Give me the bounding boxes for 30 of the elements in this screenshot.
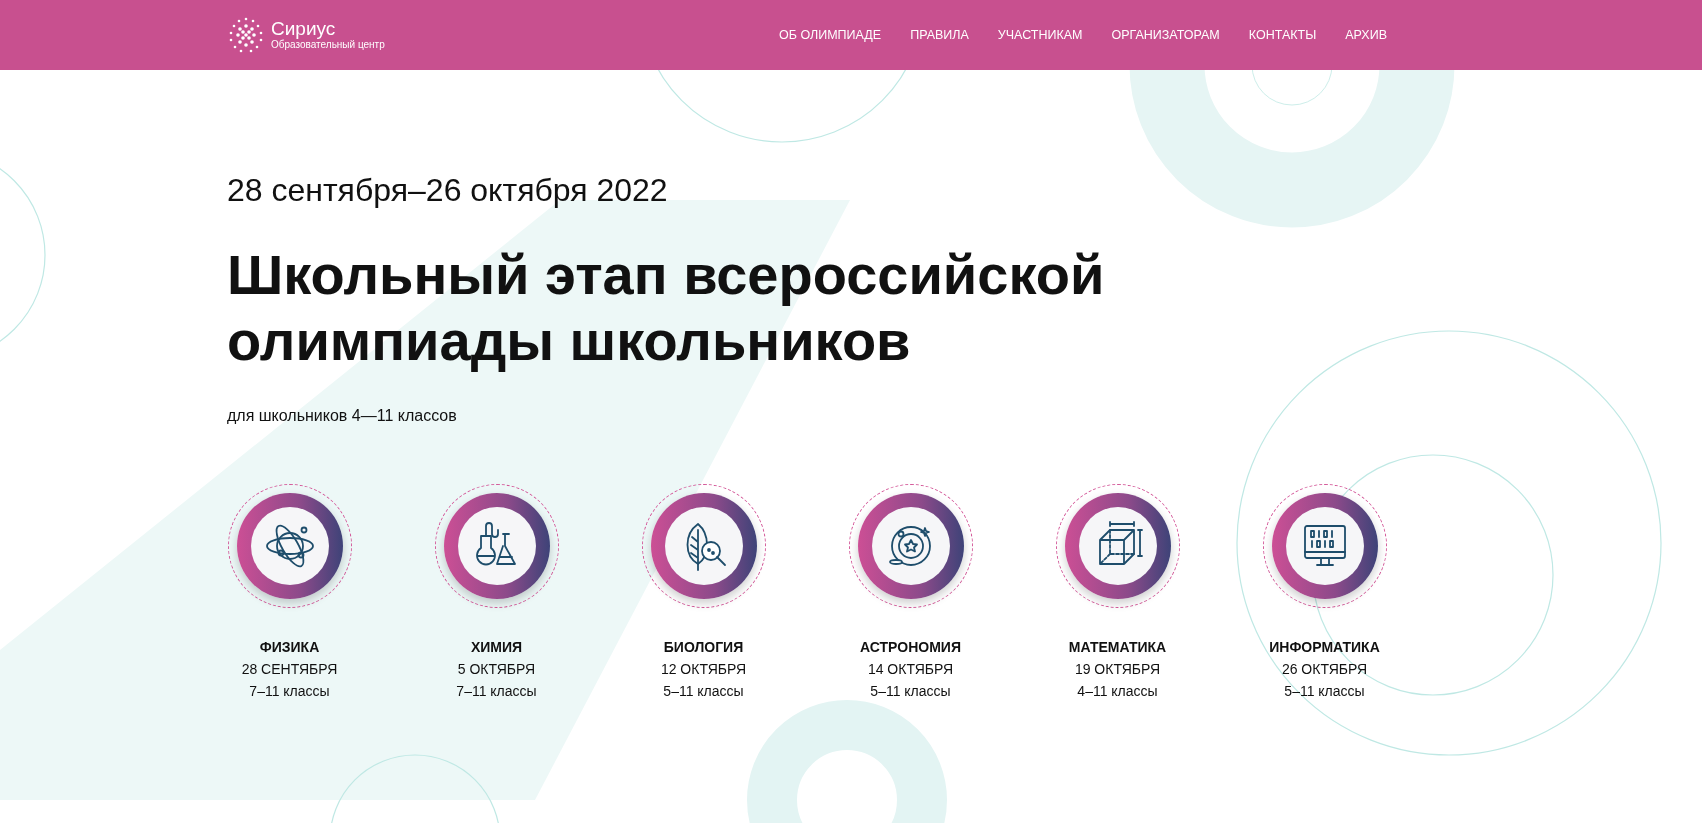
nav-link[interactable]: ОБ ОЛИМПИАДЕ xyxy=(779,28,882,42)
subject-date: 28 СЕНТЯБРЯ xyxy=(241,660,338,679)
subject-name: ИНФОРМАТИКА xyxy=(1269,638,1380,657)
subject-name: БИОЛОГИЯ xyxy=(663,638,744,657)
page-title: Школьный этап всероссийской олимпиады школьников xyxy=(227,242,1106,374)
nav-link[interactable]: АРХИВ xyxy=(1345,28,1387,42)
subject-name: ХИМИЯ xyxy=(470,638,523,657)
subject-grades: 5–11 классы xyxy=(870,682,951,701)
subject-date: 12 ОКТЯБРЯ xyxy=(660,660,747,679)
subject-date: 5 ОКТЯБРЯ xyxy=(457,660,536,679)
subject-grades: 5–11 классы xyxy=(1284,682,1365,701)
subject-date: 26 ОКТЯБРЯ xyxy=(1281,660,1368,679)
logo-tagline: Образовательный центр xyxy=(271,39,385,51)
subject-name: АСТРОНОМИЯ xyxy=(860,638,961,657)
subject-grades: 4–11 классы xyxy=(1077,682,1158,701)
event-dates: 28 сентября–26 октября 2022 xyxy=(227,171,669,210)
subject-grades: 7–11 классы xyxy=(249,682,330,701)
nav-link[interactable]: КОНТАКТЫ xyxy=(1248,28,1317,42)
nav-link[interactable]: УЧАСТНИКАМ xyxy=(997,28,1083,42)
nav-link[interactable]: ПРАВИЛА xyxy=(910,28,969,42)
nav-link[interactable]: ОРГАНИЗАТОРАМ xyxy=(1111,28,1220,42)
logo-name[interactable]: Сириус xyxy=(271,19,385,39)
subject-name: ФИЗИКА xyxy=(259,638,320,657)
subject-grades: 5–11 классы xyxy=(663,682,744,701)
subject-date: 19 ОКТЯБРЯ xyxy=(1074,660,1161,679)
subject-grades: 7–11 классы xyxy=(456,682,537,701)
subject-name: МАТЕМАТИКА xyxy=(1068,638,1167,657)
dots-logo-icon xyxy=(227,16,265,54)
subtitle: для школьников 4—11 классов xyxy=(227,406,458,426)
subject-date: 14 ОКТЯБРЯ xyxy=(867,660,954,679)
